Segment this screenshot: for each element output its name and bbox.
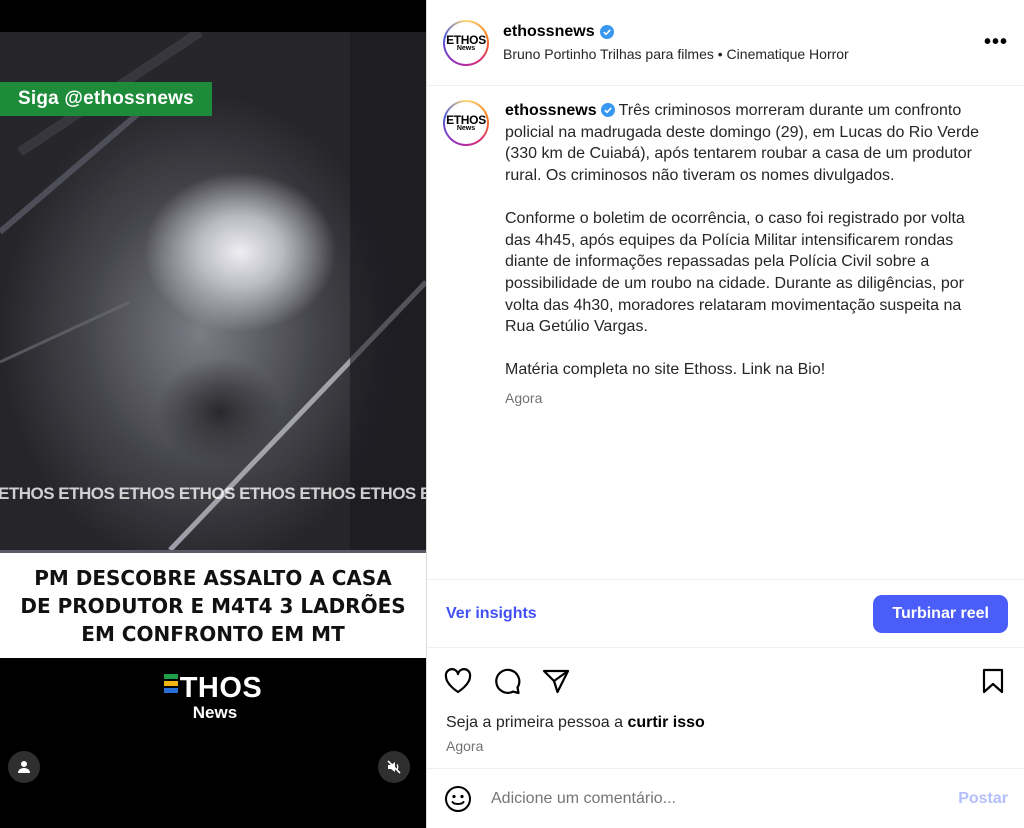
post-comment-button[interactable]: Postar: [958, 790, 1008, 808]
video-headline: PM DESCOBRE ASSALTO A CASA DE PRODUTOR E…: [20, 565, 406, 646]
bookmark-icon: [982, 668, 1004, 694]
follow-tag: Siga @ethossnews: [0, 82, 212, 116]
brand-bars-icon: [163, 672, 178, 695]
likes-text: Seja a primeira pessoa a curtir isso: [427, 714, 1024, 732]
avatar[interactable]: ETHOS News: [443, 19, 489, 66]
save-button[interactable]: [978, 666, 1008, 696]
comment-input[interactable]: [491, 789, 959, 808]
mute-button[interactable]: [378, 751, 410, 783]
brand-name: THOS: [179, 672, 263, 704]
caption-username[interactable]: ethossnews: [505, 102, 597, 119]
brand-sub: News: [192, 703, 238, 722]
header-username[interactable]: ethossnews: [503, 23, 595, 41]
action-bar: [427, 648, 1024, 714]
like-button[interactable]: [443, 666, 473, 696]
speaker-muted-icon: [387, 760, 401, 774]
caption-avatar[interactable]: ETHOS News: [443, 100, 489, 146]
more-options-button[interactable]: •••: [984, 31, 1008, 55]
ethos-brand-logo: THOS News: [0, 672, 426, 723]
caption-paragraph-2: Conforme o boletim de ocorrência, o caso…: [505, 209, 965, 336]
post-header: ETHOS News ethossnews Bruno Portinho Tri…: [427, 0, 1024, 86]
likes-prefix: Seja a primeira pessoa a: [446, 714, 628, 731]
avatar-sub: News: [456, 125, 476, 132]
comment-icon: [495, 668, 521, 695]
tagged-users-button[interactable]: [8, 751, 40, 783]
verified-badge-icon: [599, 25, 614, 39]
comment-bar: Postar: [427, 768, 1024, 828]
caption-paragraph-3: Matéria completa no site Ethoss. Link na…: [505, 361, 826, 379]
insights-bar: Ver insights Turbinar reel: [427, 580, 1024, 648]
reel-video[interactable]: Siga @ethossnews ETHOS ETHOS ETHOS ETHOS…: [0, 0, 426, 828]
caption-section: ETHOS News ethossnews Três criminosos mor…: [427, 86, 1024, 580]
user-icon: [18, 761, 30, 773]
paper-plane-icon: [542, 669, 570, 694]
verified-badge-icon: [600, 103, 615, 117]
caption-time: Agora: [505, 389, 543, 406]
avatar-sub: News: [456, 44, 476, 52]
like-link[interactable]: curtir isso: [627, 714, 704, 731]
audio-info[interactable]: Bruno Portinho Trilhas para filmes • Cin…: [503, 46, 984, 62]
boost-reel-button[interactable]: Turbinar reel: [873, 594, 1008, 633]
post-panel: ETHOS News ethossnews Bruno Portinho Tri…: [426, 0, 1024, 828]
share-button[interactable]: [541, 666, 571, 696]
more-icon: •••: [984, 31, 1009, 53]
video-watermark: ETHOS ETHOS ETHOS ETHOS ETHOS ETHOS ETHO…: [0, 484, 426, 503]
emoji-icon: [445, 785, 471, 812]
post-time: Agora: [446, 738, 484, 754]
comment-button[interactable]: [492, 666, 522, 696]
video-headline-box: PM DESCOBRE ASSALTO A CASA DE PRODUTOR E…: [0, 550, 426, 658]
caption-text: ethossnews Três criminosos morreram duran…: [505, 100, 985, 579]
emoji-button[interactable]: [443, 784, 473, 814]
heart-icon: [444, 668, 472, 694]
view-insights-link[interactable]: Ver insights: [446, 605, 537, 623]
